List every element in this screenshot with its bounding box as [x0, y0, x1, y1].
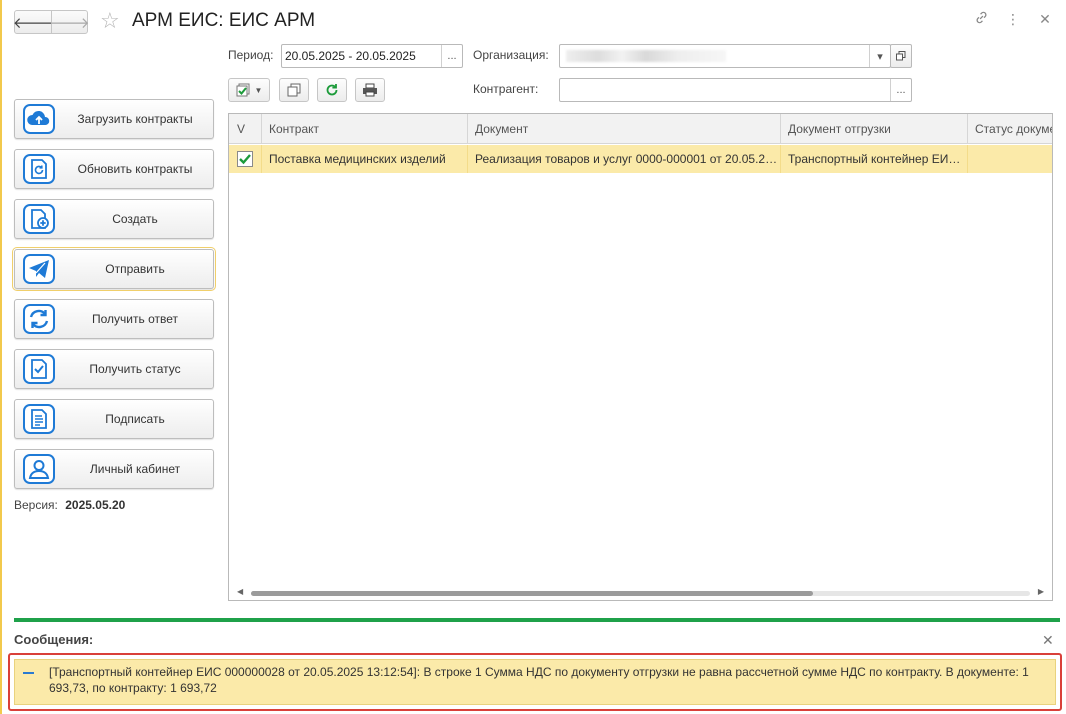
messages-highlight-frame: [Транспортный контейнер ЕИС 000000028 от… [8, 653, 1062, 711]
refresh-button[interactable] [317, 78, 347, 102]
column-header-v[interactable]: V [229, 114, 262, 144]
version-info: Версия: 2025.05.20 [14, 498, 125, 512]
organization-field[interactable]: ▾ [559, 44, 891, 68]
action-label: Подписать [105, 412, 165, 426]
arrow-left-icon: 🡐 [12, 14, 54, 32]
contractor-label: Контрагент: [473, 82, 539, 96]
row-contract: Поставка медицинских изделий [262, 145, 468, 173]
organization-open-button[interactable] [890, 44, 912, 68]
action-label: Получить статус [89, 362, 181, 376]
row-shipment-document: Транспортный контейнер ЕИС 000000028 [781, 145, 968, 173]
cloud-upload-icon [23, 104, 55, 134]
forward-button[interactable]: 🡒 [49, 11, 90, 33]
user-icon [23, 454, 55, 484]
organization-dropdown-button[interactable]: ▾ [869, 45, 890, 67]
close-icon[interactable]: ✕ [1036, 11, 1054, 28]
window-title: АРМ ЕИС: ЕИС АРМ [132, 10, 316, 31]
get-status-button[interactable]: Получить статус [14, 349, 214, 389]
document-lines-icon [23, 404, 55, 434]
message-text: [Транспортный контейнер ЕИС 000000028 от… [49, 665, 1029, 695]
column-header-contract[interactable]: Контракт [262, 114, 468, 144]
link-icon[interactable] [972, 10, 990, 28]
period-label: Период: [228, 48, 274, 62]
row-checkbox-cell[interactable] [229, 145, 262, 173]
document-add-icon [23, 204, 55, 234]
row-status [968, 145, 1052, 173]
section-separator [14, 618, 1060, 622]
period-field[interactable]: 20.05.2025 - 20.05.2025 ... [281, 44, 463, 68]
table-header: V Контракт Документ Документ отгрузки Ст… [229, 114, 1052, 144]
action-label: Обновить контракты [77, 162, 193, 176]
column-header-status[interactable]: Статус документа [968, 114, 1052, 144]
chevron-down-icon: ▼ [254, 85, 263, 95]
action-label: Создать [112, 212, 158, 226]
action-label: Отправить [105, 262, 165, 276]
favorite-star-icon[interactable]: ☆ [100, 8, 120, 34]
scroll-thumb[interactable] [251, 591, 813, 596]
organization-label: Организация: [473, 48, 549, 62]
checkmark-icon [239, 154, 251, 165]
column-header-document[interactable]: Документ [468, 114, 781, 144]
printer-icon [363, 83, 377, 97]
table-row[interactable]: Поставка медицинских изделий Реализация … [229, 145, 1052, 173]
get-response-button[interactable]: Получить ответ [14, 299, 214, 339]
organization-redacted-value [566, 50, 726, 62]
action-label: Получить ответ [92, 312, 178, 326]
check-all-dropdown-button[interactable]: ▼ [228, 78, 270, 102]
copy-button[interactable] [279, 78, 309, 102]
dash-icon [23, 672, 34, 674]
sign-button[interactable]: Подписать [14, 399, 214, 439]
back-button[interactable]: 🡐 [12, 11, 54, 33]
close-icon[interactable]: ✕ [1042, 632, 1054, 649]
horizontal-scrollbar[interactable]: ◀ ▶ [229, 586, 1052, 600]
nav-buttons: 🡐 🡒 [12, 10, 90, 34]
version-label: Версия: [14, 498, 58, 512]
paper-plane-icon [23, 254, 55, 284]
messages-title: Сообщения: [14, 632, 94, 647]
period-select-button[interactable]: ... [441, 45, 462, 67]
row-document: Реализация товаров и услуг 0000-000001 о… [468, 145, 781, 173]
document-refresh-icon [23, 154, 55, 184]
row-checkbox[interactable] [237, 151, 253, 167]
create-button[interactable]: Создать [14, 199, 214, 239]
version-value: 2025.05.20 [65, 498, 126, 512]
copy-icon [287, 83, 301, 97]
message-item[interactable]: [Транспортный контейнер ЕИС 000000028 от… [14, 659, 1056, 705]
scroll-right-icon[interactable]: ▶ [1038, 587, 1044, 596]
open-window-icon [890, 45, 911, 67]
update-contracts-button[interactable]: Обновить контракты [14, 149, 214, 189]
contractor-field[interactable]: ... [559, 78, 912, 102]
title-bar: 🡐 🡒 ☆ АРМ ЕИС: ЕИС АРМ ⋮ ✕ [12, 8, 1054, 36]
action-label: Загрузить контракты [77, 112, 193, 126]
document-check-icon [23, 354, 55, 384]
scroll-left-icon[interactable]: ◀ [237, 587, 243, 596]
send-button[interactable]: Отправить [12, 247, 216, 291]
title-bar-actions: ⋮ ✕ [972, 10, 1054, 28]
chevron-down-icon: ▾ [877, 50, 883, 63]
period-value: 20.05.2025 - 20.05.2025 [285, 49, 416, 63]
sync-icon [23, 304, 55, 334]
more-vertical-icon[interactable]: ⋮ [1004, 11, 1022, 28]
refresh-icon [326, 84, 338, 96]
action-label: Личный кабинет [89, 462, 181, 476]
column-header-shipment[interactable]: Документ отгрузки [781, 114, 968, 144]
arrow-right-icon: 🡒 [49, 14, 90, 32]
contractor-select-button[interactable]: ... [890, 79, 911, 101]
contracts-table[interactable]: V Контракт Документ Документ отгрузки Ст… [228, 113, 1053, 601]
check-list-icon [236, 83, 250, 97]
load-contracts-button[interactable]: Загрузить контракты [14, 99, 214, 139]
window-frame-edge [0, 0, 2, 714]
print-button[interactable] [355, 78, 385, 102]
personal-account-button[interactable]: Личный кабинет [14, 449, 214, 489]
